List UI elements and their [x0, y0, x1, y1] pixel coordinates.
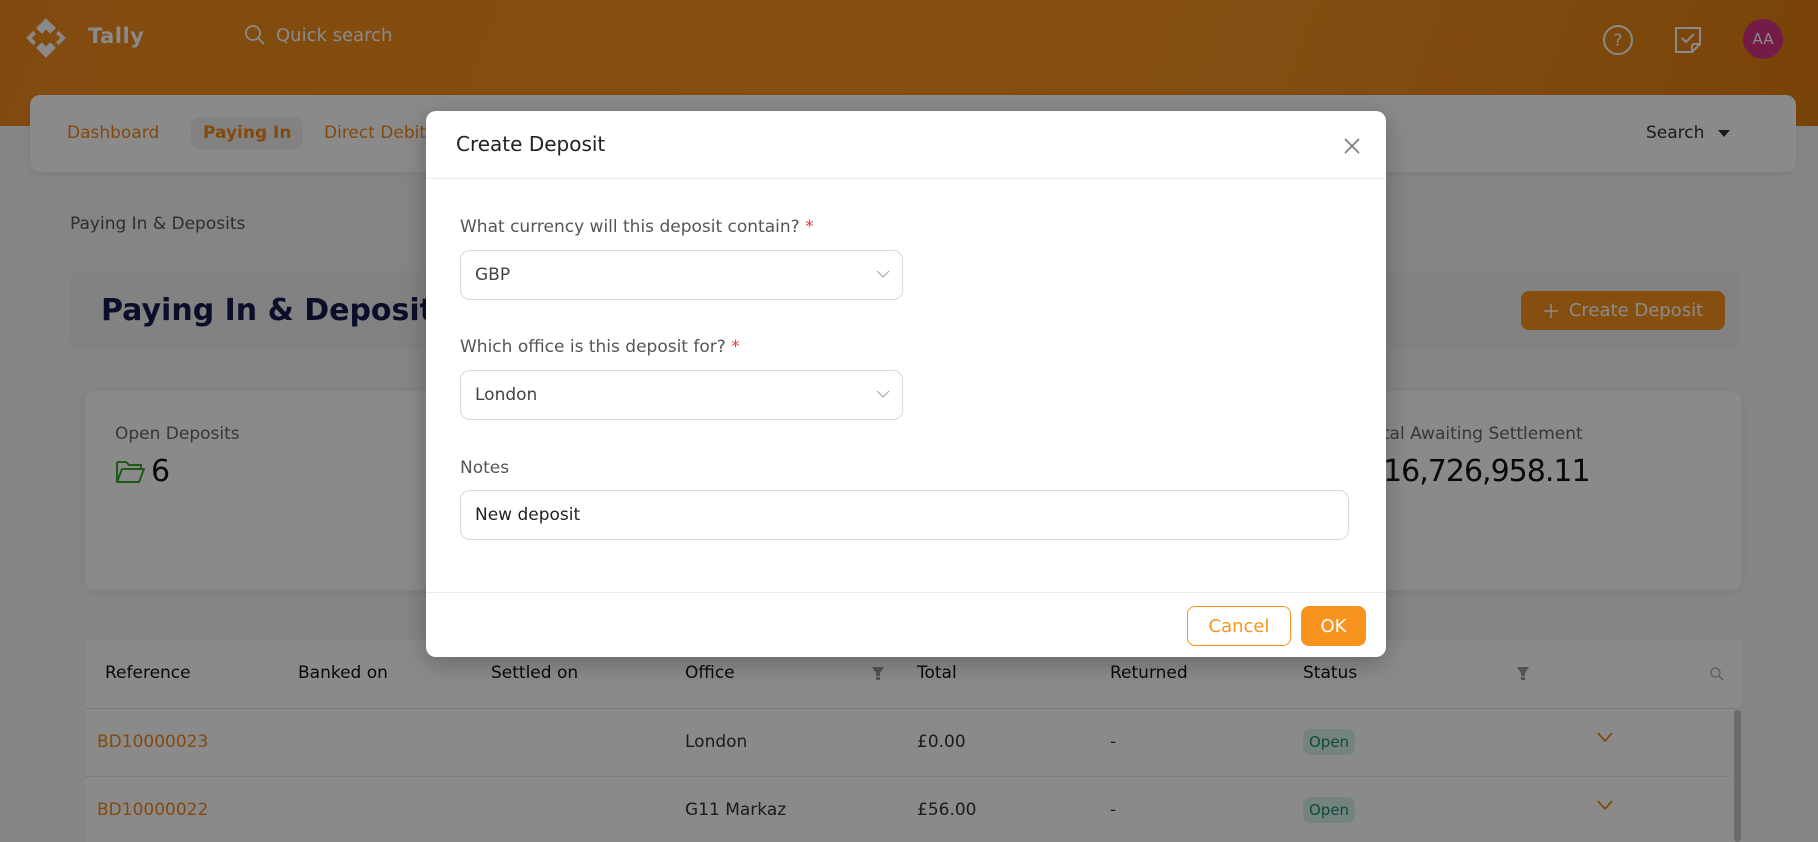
office-select[interactable]: London — [460, 370, 903, 420]
close-icon[interactable] — [1342, 136, 1362, 156]
cancel-button[interactable]: Cancel — [1187, 606, 1291, 646]
required-indicator: * — [731, 337, 740, 357]
dialog-footer: Cancel OK — [426, 592, 1386, 657]
currency-value: GBP — [475, 265, 511, 285]
notes-input[interactable] — [460, 490, 1349, 540]
notes-label: Notes — [460, 458, 510, 478]
required-indicator: * — [805, 217, 814, 237]
office-label-text: Which office is this deposit for? — [460, 337, 726, 357]
office-label: Which office is this deposit for? * — [460, 337, 740, 357]
ok-button[interactable]: OK — [1301, 606, 1366, 646]
dialog-header: Create Deposit — [426, 111, 1386, 179]
dialog-title: Create Deposit — [456, 132, 606, 156]
currency-label: What currency will this deposit contain?… — [460, 217, 814, 237]
currency-select[interactable]: GBP — [460, 250, 903, 300]
chevron-down-icon — [876, 270, 890, 278]
chevron-down-icon — [876, 390, 890, 398]
currency-label-text: What currency will this deposit contain? — [460, 217, 800, 237]
office-value: London — [475, 385, 538, 405]
create-deposit-dialog: Create Deposit What currency will this d… — [426, 111, 1386, 657]
